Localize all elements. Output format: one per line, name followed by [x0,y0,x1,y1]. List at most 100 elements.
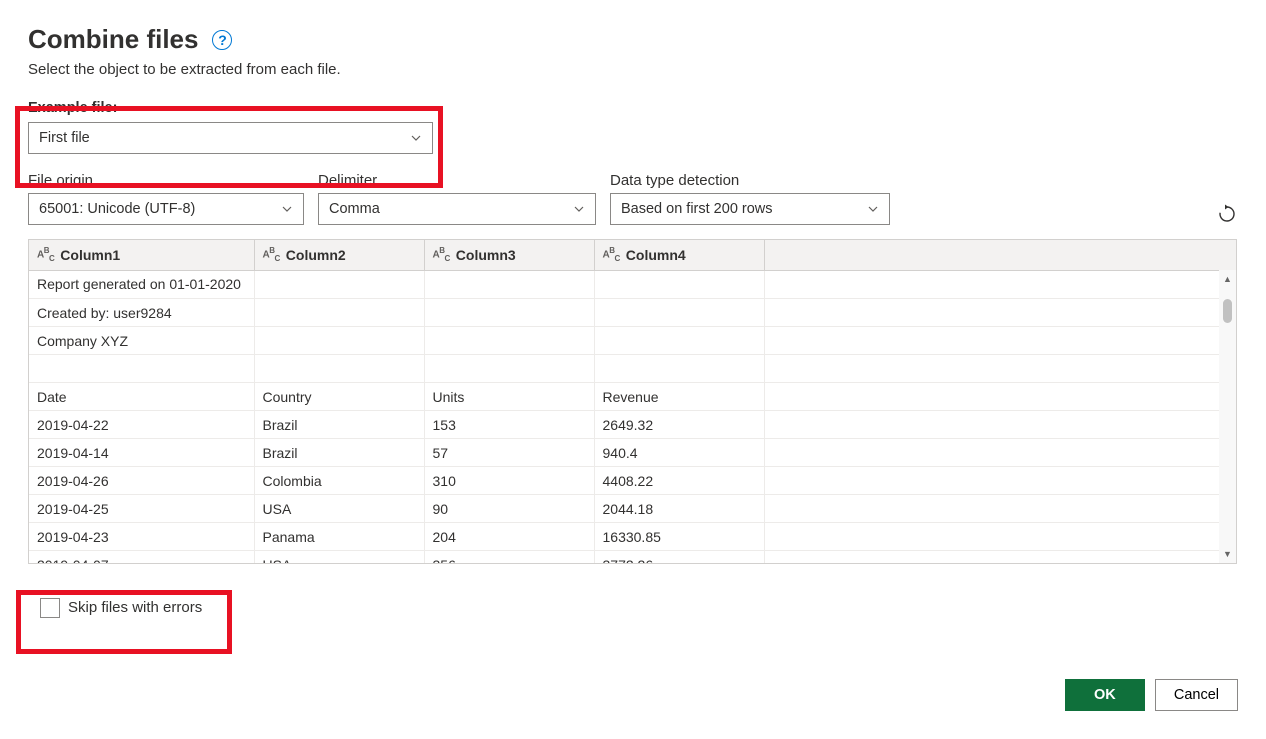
vertical-scrollbar[interactable]: ▲ ▼ [1219,270,1236,563]
example-file-value: First file [39,130,90,146]
table-cell[interactable] [594,355,764,383]
table-cell[interactable]: 2019-04-23 [29,523,254,551]
table-row[interactable] [29,355,1236,383]
table-cell-empty [764,383,1236,411]
column-name: Column1 [60,247,120,263]
file-origin-label: File origin [28,172,304,189]
column-header[interactable]: ABC Column2 [254,240,424,270]
table-cell-empty [764,439,1236,467]
table-cell[interactable]: USA [254,495,424,523]
table-cell[interactable] [254,355,424,383]
table-cell[interactable]: 310 [424,467,594,495]
chevron-down-icon [410,132,422,144]
table-cell[interactable]: 2019-04-25 [29,495,254,523]
table-cell[interactable]: Revenue [594,383,764,411]
table-cell[interactable]: 2019-04-14 [29,439,254,467]
column-header[interactable]: ABC Column3 [424,240,594,270]
table-cell[interactable] [594,327,764,355]
table-cell[interactable]: 204 [424,523,594,551]
table-cell[interactable]: 940.4 [594,439,764,467]
scroll-thumb[interactable] [1223,299,1232,323]
table-cell[interactable] [594,299,764,327]
table-cell[interactable] [254,299,424,327]
table-cell[interactable]: Units [424,383,594,411]
table-cell[interactable] [29,355,254,383]
table-cell[interactable]: Report generated on 01-01-2020 [29,271,254,299]
table-row[interactable]: DateCountryUnitsRevenue [29,383,1236,411]
table-cell[interactable] [424,355,594,383]
column-header[interactable]: ABC Column4 [594,240,764,270]
skip-errors-label[interactable]: Skip files with errors [68,599,202,616]
table-cell-empty [764,327,1236,355]
table-cell[interactable] [254,327,424,355]
table-cell[interactable]: 57 [424,439,594,467]
table-cell[interactable]: Created by: user9284 [29,299,254,327]
column-name: Column2 [286,247,346,263]
scroll-track[interactable] [1219,287,1236,546]
table-cell[interactable]: 16330.85 [594,523,764,551]
table-cell[interactable]: 90 [424,495,594,523]
column-name: Column3 [456,247,516,263]
refresh-icon[interactable] [1216,203,1238,225]
scroll-up-icon[interactable]: ▲ [1219,270,1236,287]
table-row[interactable]: 2019-04-25USA902044.18 [29,495,1236,523]
column-name: Column4 [626,247,686,263]
table-row[interactable]: Company XYZ [29,327,1236,355]
table-row[interactable]: 2019-04-07USA3563772.26 [29,551,1236,563]
page-title: Combine files [28,24,198,55]
chevron-down-icon [573,203,585,215]
table-cell-empty [764,467,1236,495]
detection-value: Based on first 200 rows [621,201,773,217]
ok-button[interactable]: OK [1065,679,1145,711]
table-row[interactable]: Created by: user9284 [29,299,1236,327]
table-row[interactable]: 2019-04-23Panama20416330.85 [29,523,1236,551]
table-cell[interactable] [424,327,594,355]
table-cell[interactable]: USA [254,551,424,563]
cancel-button[interactable]: Cancel [1155,679,1238,711]
table-cell[interactable]: 356 [424,551,594,563]
table-cell[interactable] [594,271,764,299]
chevron-down-icon [867,203,879,215]
scroll-down-icon[interactable]: ▼ [1219,546,1236,563]
text-type-icon: ABC [433,246,450,263]
detection-dropdown[interactable]: Based on first 200 rows [610,193,890,225]
table-cell-empty [764,523,1236,551]
table-cell[interactable] [424,271,594,299]
delimiter-dropdown[interactable]: Comma [318,193,596,225]
table-cell[interactable]: Colombia [254,467,424,495]
help-icon[interactable]: ? [212,30,232,50]
table-cell[interactable]: Date [29,383,254,411]
table-cell[interactable]: 2044.18 [594,495,764,523]
skip-errors-checkbox[interactable] [40,598,60,618]
text-type-icon: ABC [263,246,280,263]
chevron-down-icon [281,203,293,215]
preview-table: ABC Column1 ABC Column2 ABC Column3 [28,239,1237,564]
table-row[interactable]: Report generated on 01-01-2020 [29,271,1236,299]
table-row[interactable]: 2019-04-22Brazil1532649.32 [29,411,1236,439]
table-cell[interactable]: 2649.32 [594,411,764,439]
table-cell[interactable] [424,299,594,327]
table-cell[interactable]: 2019-04-07 [29,551,254,563]
table-cell[interactable]: 3772.26 [594,551,764,563]
page-subtitle: Select the object to be extracted from e… [28,61,1238,78]
table-cell[interactable]: Country [254,383,424,411]
table-cell[interactable] [254,271,424,299]
delimiter-value: Comma [329,201,380,217]
file-origin-value: 65001: Unicode (UTF-8) [39,201,195,217]
table-cell[interactable]: Company XYZ [29,327,254,355]
table-cell[interactable]: 4408.22 [594,467,764,495]
table-cell[interactable]: Panama [254,523,424,551]
example-file-dropdown[interactable]: First file [28,122,433,154]
table-header-row: ABC Column1 ABC Column2 ABC Column3 [29,240,1236,270]
table-cell[interactable]: 153 [424,411,594,439]
table-cell[interactable]: Brazil [254,411,424,439]
table-cell[interactable]: 2019-04-26 [29,467,254,495]
table-row[interactable]: 2019-04-14Brazil57940.4 [29,439,1236,467]
column-header[interactable]: ABC Column1 [29,240,254,270]
detection-label: Data type detection [610,172,890,189]
table-row[interactable]: 2019-04-26Colombia3104408.22 [29,467,1236,495]
file-origin-dropdown[interactable]: 65001: Unicode (UTF-8) [28,193,304,225]
table-cell[interactable]: 2019-04-22 [29,411,254,439]
table-cell[interactable]: Brazil [254,439,424,467]
example-file-label: Example file: [28,100,1238,116]
